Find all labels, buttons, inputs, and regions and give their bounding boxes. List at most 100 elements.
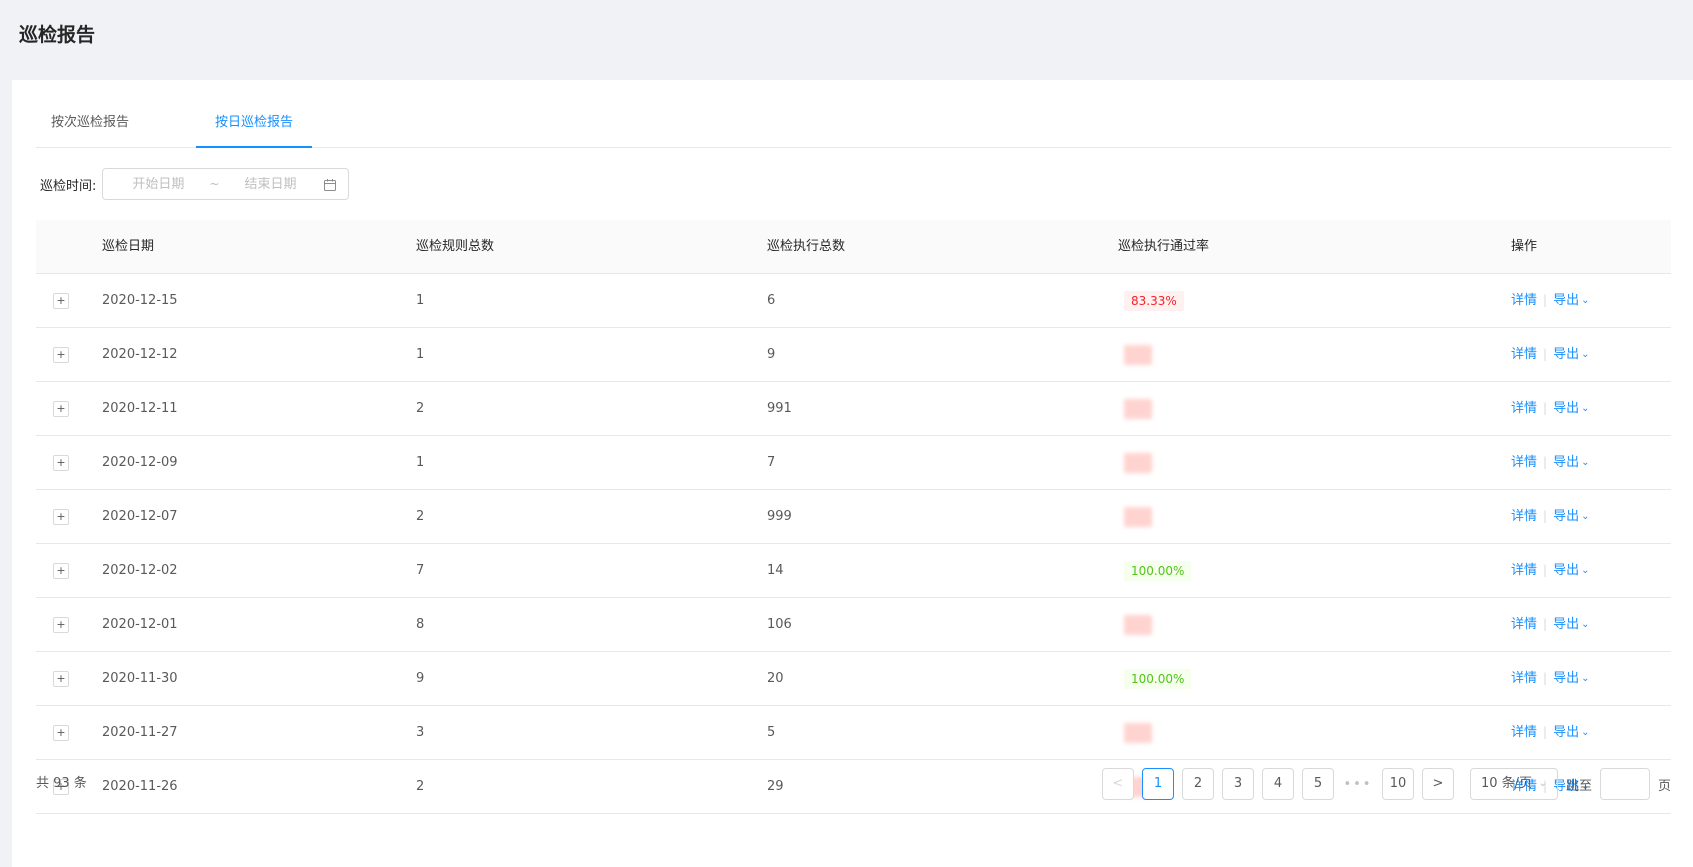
detail-link[interactable]: 详情 bbox=[1511, 671, 1537, 686]
cell-date: 2020-12-09 bbox=[102, 455, 178, 470]
next-page-button[interactable]: > bbox=[1421, 768, 1454, 800]
export-dropdown[interactable]: 导出 ⌄ bbox=[1553, 671, 1589, 686]
page-button-5[interactable]: 5 bbox=[1301, 768, 1334, 800]
export-dropdown[interactable]: 导出 ⌄ bbox=[1553, 509, 1589, 524]
pass-rate-tag bbox=[1124, 344, 1152, 365]
jump-suffix: 页 bbox=[1657, 778, 1671, 794]
expand-row-button[interactable]: + bbox=[53, 401, 69, 417]
tab-daily-report[interactable]: 按日巡检报告 bbox=[196, 108, 312, 148]
export-dropdown[interactable]: 导出 ⌄ bbox=[1553, 563, 1589, 578]
table-header: 巡检日期 巡检规则总数 巡检执行总数 巡检执行通过率 操作 bbox=[36, 220, 1671, 274]
cell-exec-count: 9 bbox=[767, 347, 776, 362]
cell-actions: 详情 | 导出 ⌄ bbox=[1511, 598, 1589, 652]
cell-date: 2020-12-02 bbox=[102, 563, 178, 578]
pass-rate-tag bbox=[1124, 722, 1152, 743]
cell-exec-count: 7 bbox=[767, 455, 776, 470]
expand-row-button[interactable]: + bbox=[53, 509, 69, 525]
detail-link[interactable]: 详情 bbox=[1511, 617, 1537, 632]
cell-pass-rate bbox=[1118, 598, 1152, 651]
table-row: +2020-11-30 9 20 100.00% 详情 | 导出 ⌄ bbox=[36, 652, 1671, 706]
export-dropdown[interactable]: 导出 ⌄ bbox=[1553, 617, 1589, 632]
expand-row-button[interactable]: + bbox=[53, 617, 69, 633]
page-title: 巡检报告 bbox=[19, 24, 96, 46]
detail-link[interactable]: 详情 bbox=[1511, 347, 1537, 362]
export-dropdown[interactable]: 导出 ⌄ bbox=[1553, 347, 1589, 362]
calendar-icon[interactable] bbox=[323, 178, 337, 192]
cell-date: 2020-11-27 bbox=[102, 725, 178, 740]
expand-row-button[interactable]: + bbox=[53, 455, 69, 471]
export-dropdown[interactable]: 导出 ⌄ bbox=[1553, 293, 1589, 308]
action-separator: | bbox=[1543, 563, 1548, 577]
detail-link[interactable]: 详情 bbox=[1511, 725, 1537, 740]
table-row: +2020-12-07 2 999 详情 | 导出 ⌄ bbox=[36, 490, 1671, 544]
detail-link[interactable]: 详情 bbox=[1511, 401, 1537, 416]
action-separator: | bbox=[1543, 293, 1548, 307]
cell-pass-rate: 83.33% bbox=[1118, 274, 1184, 327]
export-dropdown[interactable]: 导出 ⌄ bbox=[1553, 455, 1589, 470]
export-label: 导出 bbox=[1553, 347, 1580, 362]
table-row: +2020-12-09 1 7 详情 | 导出 ⌄ bbox=[36, 436, 1671, 490]
date-range-picker[interactable]: ~ bbox=[102, 168, 350, 200]
cell-rule-count: 9 bbox=[416, 671, 425, 686]
pass-rate-tag bbox=[1124, 614, 1152, 635]
page-button-2[interactable]: 2 bbox=[1181, 768, 1214, 800]
page-button-3[interactable]: 3 bbox=[1221, 768, 1254, 800]
cell-exec-count: 20 bbox=[767, 671, 784, 686]
expand-row-button[interactable]: + bbox=[53, 671, 69, 687]
active-tab-indicator bbox=[196, 146, 312, 148]
report-table: 巡检日期 巡检规则总数 巡检执行总数 巡检执行通过率 操作 +2020-12-1… bbox=[36, 220, 1671, 814]
page-ellipsis[interactable]: ••• bbox=[1342, 777, 1374, 792]
pass-rate-tag: 100.00% bbox=[1124, 560, 1192, 581]
page-button-4[interactable]: 4 bbox=[1261, 768, 1294, 800]
page-button-1[interactable]: 1 bbox=[1141, 768, 1174, 800]
end-date-input[interactable] bbox=[225, 176, 316, 192]
column-header-date: 巡检日期 bbox=[102, 239, 155, 254]
detail-link[interactable]: 详情 bbox=[1511, 455, 1537, 470]
tab-per-run-report[interactable]: 按次巡检报告 bbox=[46, 108, 134, 148]
expand-row-button[interactable]: + bbox=[53, 725, 69, 741]
export-dropdown[interactable]: 导出 ⌄ bbox=[1553, 725, 1589, 740]
column-header-actions: 操作 bbox=[1511, 239, 1538, 254]
table-row: +2020-12-15 1 6 83.33% 详情 | 导出 ⌄ bbox=[36, 274, 1671, 328]
chevron-down-icon: ⌄ bbox=[1581, 727, 1590, 738]
action-separator: | bbox=[1543, 617, 1548, 631]
cell-actions: 详情 | 导出 ⌄ bbox=[1511, 328, 1589, 382]
chevron-down-icon: ⌄ bbox=[1581, 403, 1590, 414]
table-row: +2020-12-11 2 991 详情 | 导出 ⌄ bbox=[36, 382, 1671, 436]
cell-exec-count: 14 bbox=[767, 563, 784, 578]
start-date-input[interactable] bbox=[113, 176, 204, 192]
jump-page-input[interactable] bbox=[1599, 768, 1650, 800]
cell-exec-count: 5 bbox=[767, 725, 776, 740]
cell-actions: 详情 | 导出 ⌄ bbox=[1511, 544, 1589, 598]
expand-row-button[interactable]: + bbox=[53, 563, 69, 579]
chevron-down-icon: ⌄ bbox=[1581, 619, 1590, 630]
cell-date: 2020-11-30 bbox=[102, 671, 178, 686]
export-dropdown[interactable]: 导出 ⌄ bbox=[1553, 401, 1589, 416]
cell-pass-rate bbox=[1118, 436, 1152, 489]
detail-link[interactable]: 详情 bbox=[1511, 293, 1537, 308]
cell-date: 2020-12-12 bbox=[102, 347, 178, 362]
cell-pass-rate bbox=[1118, 706, 1152, 759]
cell-date: 2020-12-01 bbox=[102, 617, 178, 632]
cell-exec-count: 106 bbox=[767, 617, 792, 632]
detail-link[interactable]: 详情 bbox=[1511, 563, 1537, 578]
table-row: +2020-11-27 3 5 详情 | 导出 ⌄ bbox=[36, 706, 1671, 760]
prev-page-button[interactable]: < bbox=[1101, 768, 1134, 800]
filter-label: 巡检时间: bbox=[40, 178, 97, 194]
chevron-down-icon: ⌄ bbox=[1581, 295, 1590, 306]
cell-pass-rate: 100.00% bbox=[1118, 544, 1192, 597]
page-size-select[interactable]: 10 条/页 ⌄ bbox=[1469, 768, 1558, 800]
cell-pass-rate: 100.00% bbox=[1118, 652, 1192, 705]
pass-rate-tag bbox=[1124, 452, 1152, 473]
cell-actions: 详情 | 导出 ⌄ bbox=[1511, 436, 1589, 490]
pass-rate-tag: 100.00% bbox=[1124, 668, 1192, 689]
cell-actions: 详情 | 导出 ⌄ bbox=[1511, 706, 1589, 760]
expand-row-button[interactable]: + bbox=[53, 347, 69, 363]
date-filter: 巡检时间: ~ bbox=[40, 168, 350, 200]
expand-row-button[interactable]: + bbox=[53, 293, 69, 309]
detail-link[interactable]: 详情 bbox=[1511, 509, 1537, 524]
table-row: +2020-12-01 8 106 详情 | 导出 ⌄ bbox=[36, 598, 1671, 652]
page-button-last[interactable]: 10 bbox=[1381, 768, 1414, 800]
export-label: 导出 bbox=[1553, 401, 1580, 416]
cell-exec-count: 999 bbox=[767, 509, 792, 524]
